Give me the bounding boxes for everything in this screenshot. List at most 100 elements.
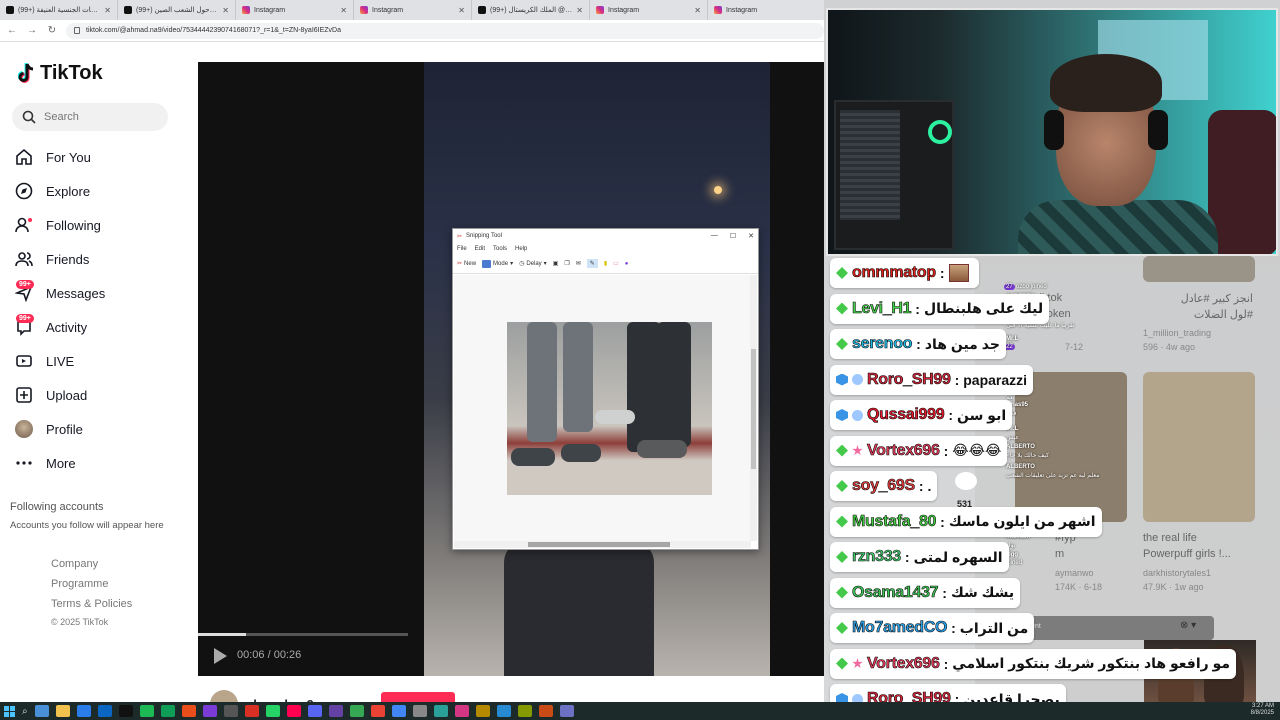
taskbar-app-icon[interactable] <box>139 705 154 717</box>
taskbar-app-icon[interactable] <box>286 705 301 717</box>
chat-username[interactable]: serenoo <box>852 335 913 353</box>
taskbar-app-icon[interactable] <box>391 705 406 717</box>
chat-username[interactable]: Qussai999 <box>867 406 945 424</box>
pen-icon[interactable]: ✎ <box>586 259 598 268</box>
taskbar-app-icon[interactable] <box>223 705 238 717</box>
taskbar-app-icon[interactable] <box>76 705 91 717</box>
taskbar-app-icon[interactable] <box>475 705 490 717</box>
nav-profile[interactable]: Profile <box>14 412 194 446</box>
taskbar-app-icon[interactable] <box>265 705 280 717</box>
reload-icon[interactable]: ↻ <box>46 25 58 36</box>
nav-for-you[interactable]: For You <box>14 140 194 174</box>
play-icon[interactable] <box>214 648 227 664</box>
close-icon[interactable]: ✕ <box>694 6 701 15</box>
follow-button[interactable] <box>381 692 455 702</box>
close-icon[interactable]: ✕ <box>576 6 583 15</box>
forward-icon[interactable]: → <box>26 25 38 36</box>
close-circle-icon[interactable]: ⊗ <box>1180 620 1188 631</box>
nav-friends[interactable]: Friends <box>14 242 194 276</box>
browser-tab[interactable]: Instagram ✕ <box>590 0 708 20</box>
chat-username[interactable]: ommmatop <box>852 264 937 282</box>
menu-help[interactable]: Help <box>515 246 527 252</box>
taskbar-app-icon[interactable] <box>307 705 322 717</box>
taskbar-app-icon[interactable] <box>202 705 217 717</box>
snip-canvas[interactable] <box>454 275 751 541</box>
taskbar-app-icon[interactable] <box>370 705 385 717</box>
taskbar-app-icon[interactable] <box>160 705 175 717</box>
taskbar-app-icon[interactable] <box>538 705 553 717</box>
taskbar-app-icon[interactable] <box>34 705 49 717</box>
taskbar-app-icon[interactable] <box>55 705 70 717</box>
comment-bubble-icon[interactable] <box>955 472 977 490</box>
taskbar-app-icon[interactable] <box>328 705 343 717</box>
search-input[interactable] <box>44 111 144 123</box>
footer-company[interactable]: Company <box>51 558 98 570</box>
search-box[interactable] <box>12 103 168 131</box>
highlighter-icon[interactable]: ▮ <box>604 260 607 267</box>
browser-tab[interactable]: (99+) تعليقات حول الشعب الصين✕ <box>118 0 236 20</box>
chat-username[interactable]: Mustafa_80 <box>852 512 937 531</box>
send-icon[interactable]: ▾ <box>1191 620 1196 631</box>
taskbar-app-icon[interactable] <box>496 705 511 717</box>
close-icon[interactable]: ✕ <box>340 6 347 15</box>
paint3d-icon[interactable]: ● <box>625 261 629 267</box>
video-title[interactable]: the real life <box>1143 532 1197 544</box>
taskbar-app-icon[interactable] <box>349 705 364 717</box>
nav-activity[interactable]: 99+ Activity <box>14 310 194 344</box>
chat-username[interactable]: Mo7amedCO <box>852 619 948 637</box>
close-icon[interactable]: ✕ <box>222 6 229 15</box>
nav-live[interactable]: LIVE <box>14 344 194 378</box>
copy-icon[interactable]: ❐ <box>564 260 569 267</box>
back-icon[interactable]: ← <box>6 25 18 36</box>
taskbar-app-icon[interactable] <box>244 705 259 717</box>
nav-messages[interactable]: 99+ Messages <box>14 276 194 310</box>
send-icon[interactable]: ✉ <box>576 260 581 267</box>
horizontal-scrollbar[interactable] <box>454 541 751 548</box>
eraser-icon[interactable]: ▭ <box>613 260 619 267</box>
browser-tab[interactable]: Instagram ✕ <box>236 0 354 20</box>
taskbar-app-icon[interactable] <box>118 705 133 717</box>
maximize-icon[interactable]: ☐ <box>730 232 736 240</box>
url-field[interactable]: tiktok.com/@ahmad.na9/video/753444423907… <box>66 22 824 39</box>
nav-explore[interactable]: Explore <box>14 174 194 208</box>
minimize-icon[interactable]: — <box>711 232 718 240</box>
taskbar-app-icon[interactable] <box>559 705 574 717</box>
taskbar-app-icon[interactable] <box>454 705 469 717</box>
browser-tab[interactable]: Instagram <box>708 0 826 20</box>
tiktok-logo[interactable]: TikTok <box>18 62 103 85</box>
footer-terms[interactable]: Terms & Policies <box>51 598 132 610</box>
taskbar-app-icon[interactable] <box>412 705 427 717</box>
new-snip-button[interactable]: ✂ New <box>457 260 476 268</box>
chat-username[interactable]: Vortex696 <box>867 654 941 673</box>
browser-tab[interactable]: (99+) الملك الكريستال @wafaa✕ <box>472 0 590 20</box>
mode-button[interactable]: Mode ▾ <box>482 259 513 268</box>
nav-upload[interactable]: Upload <box>14 378 194 412</box>
taskbar-app-icon[interactable] <box>97 705 112 717</box>
nav-following[interactable]: Following <box>14 208 194 242</box>
taskbar-app-icon[interactable] <box>433 705 448 717</box>
chat-username[interactable]: Osama1437 <box>852 583 939 602</box>
snipping-tool-window[interactable]: ✂ Snipping Tool — ☐ ✕ File Edit Tools He… <box>452 228 759 550</box>
chat-username[interactable]: Roro_SH99 <box>867 370 951 389</box>
close-icon[interactable]: ✕ <box>458 6 465 15</box>
video-title[interactable]: انجز كبير #عادل <box>1143 292 1253 305</box>
chat-username[interactable]: rzn333 <box>852 548 902 566</box>
taskbar-app-icon[interactable] <box>181 705 196 717</box>
snipping-tool-titlebar[interactable]: ✂ Snipping Tool — ☐ ✕ <box>453 229 758 243</box>
browser-tab[interactable]: Instagram ✕ <box>354 0 472 20</box>
footer-programme[interactable]: Programme <box>51 578 108 590</box>
menu-tools[interactable]: Tools <box>493 246 507 252</box>
chat-username[interactable]: Levi_H1 <box>852 299 912 318</box>
close-icon[interactable]: ✕ <box>104 6 111 15</box>
vertical-scrollbar[interactable] <box>750 275 757 541</box>
video-progress-bar[interactable] <box>198 633 408 636</box>
menu-edit[interactable]: Edit <box>475 246 485 252</box>
chat-username[interactable]: soy_69S <box>852 477 916 495</box>
taskbar-app-icon[interactable] <box>517 705 532 717</box>
chat-username[interactable]: Vortex696 <box>867 441 941 460</box>
browser-tab[interactable]: (99+) السارسات الجنسية العنيفة✕ <box>0 0 118 20</box>
close-icon[interactable]: ✕ <box>748 232 754 240</box>
taskbar-clock[interactable]: 3:27 AM 8/8/2025 <box>1251 703 1274 717</box>
delay-button[interactable]: ◷ Delay ▾ <box>519 260 547 268</box>
nav-more[interactable]: More <box>14 446 194 480</box>
